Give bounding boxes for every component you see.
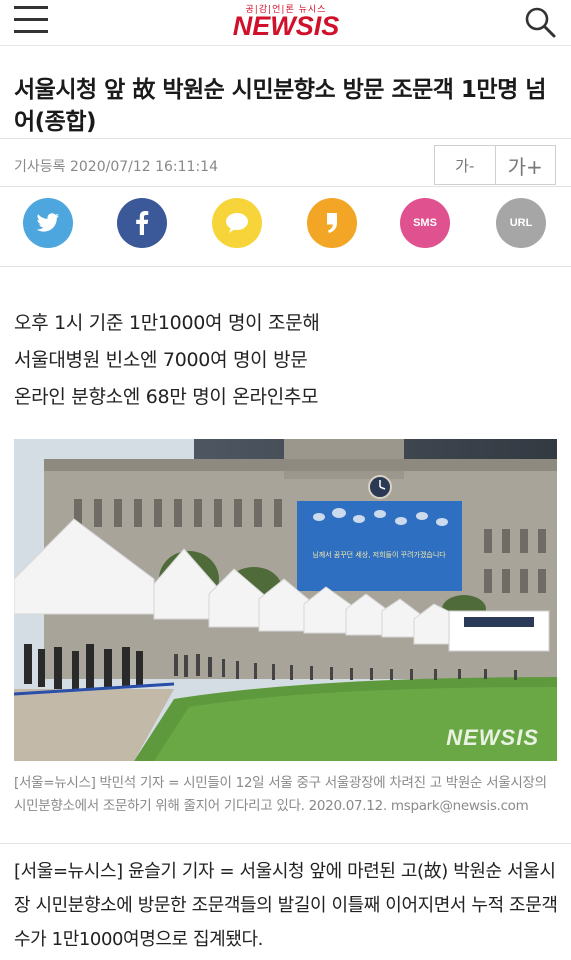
font-smaller-button[interactable]: 가- — [435, 146, 496, 184]
article-date: 기사등록 2020/07/12 16:11:14 — [14, 159, 218, 175]
sms-share-button[interactable]: SMS — [400, 198, 450, 248]
url-label: URL — [509, 217, 533, 229]
photo-watermark: NEWSIS — [446, 725, 539, 750]
photo-caption: [서울=뉴시스] 박민석 기자 = 시민들이 12일 서울 중구 서울광장에 차… — [14, 775, 547, 814]
subhead-line: 온라인 분향소엔 68만 명이 온라인추모 — [14, 386, 319, 408]
divider — [0, 843, 571, 844]
kakaotalk-icon — [226, 213, 248, 233]
share-bar: SMS URL — [0, 198, 571, 250]
divider — [0, 138, 571, 139]
facebook-share-button[interactable] — [117, 198, 167, 248]
divider — [0, 266, 571, 267]
twitter-icon — [36, 213, 59, 232]
subhead-line: 서울대병원 빈소엔 7000여 명이 방문 — [14, 349, 308, 371]
logo-wordmark: NEWSIS — [232, 11, 340, 41]
newsis-logo[interactable]: 공|감|언|론 뉴시스 NEWSIS — [206, 2, 366, 42]
search-icon[interactable] — [522, 4, 558, 40]
article-title: 서울시청 앞 故 박원순 시민분향소 방문 조문객 1만명 넘어(종합) — [14, 77, 546, 135]
kakaotalk-share-button[interactable] — [212, 198, 262, 248]
top-header: 공|감|언|론 뉴시스 NEWSIS — [0, 0, 571, 46]
hamburger-menu-icon[interactable] — [14, 6, 48, 34]
divider — [0, 186, 571, 187]
facebook-icon — [136, 211, 149, 235]
kakaostory-share-button[interactable] — [307, 198, 357, 248]
article-body: [서울=뉴시스] 윤슬기 기자 = 서울시청 앞에 마련된 고(故) 박원순 서… — [14, 861, 558, 950]
article-photo[interactable]: 님께서 꿈꾸던 세상, 저희들이 꾸려가겠습니다 NEWSIS — [14, 439, 557, 761]
subhead-line: 오후 1시 기준 1만1000여 명이 조문해 — [14, 312, 320, 334]
url-copy-button[interactable]: URL — [496, 198, 546, 248]
article-subheads: 오후 1시 기준 1만1000여 명이 조문해 서울대병원 빈소엔 7000여 … — [14, 305, 559, 416]
twitter-share-button[interactable] — [23, 198, 73, 248]
font-size-controls: 가- 가+ — [434, 145, 556, 185]
font-larger-button[interactable]: 가+ — [496, 146, 556, 184]
kakaostory-icon — [327, 213, 337, 233]
photo-banner-text: 님께서 꿈꾸던 세상, 저희들이 꾸려가겠습니다 — [312, 550, 446, 559]
sms-label: SMS — [413, 217, 437, 229]
